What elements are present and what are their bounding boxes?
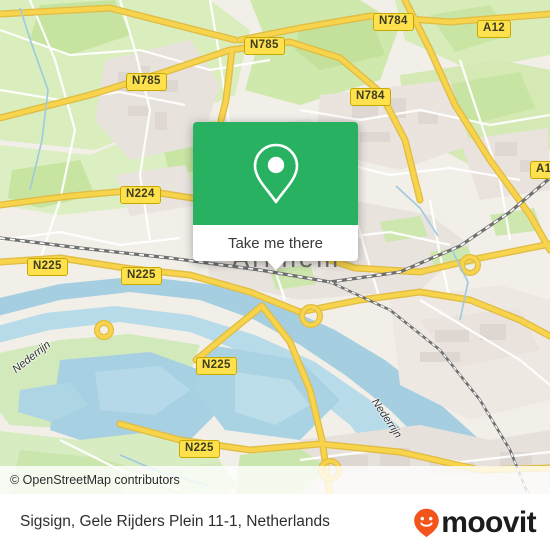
road-shield-n225-south: N225 bbox=[196, 357, 237, 375]
popup-pointer-tail bbox=[266, 261, 285, 270]
map-canvas[interactable]: Arnhem N785 N785 N784 N784 A12 A12 N224 … bbox=[0, 0, 550, 494]
moovit-logo[interactable]: moovit bbox=[413, 506, 537, 539]
popup-header bbox=[193, 122, 358, 225]
map-pin-icon bbox=[193, 122, 358, 225]
road-shield-a12-north: A12 bbox=[477, 20, 511, 38]
take-me-there-button[interactable]: Take me there bbox=[193, 225, 358, 270]
road-shield-n785-west: N785 bbox=[126, 73, 167, 91]
road-shield-n224: N224 bbox=[120, 186, 161, 204]
road-shield-n785-north: N785 bbox=[244, 37, 285, 55]
moovit-pin-smiley-icon bbox=[414, 508, 440, 538]
road-shield-n225-southwest: N225 bbox=[179, 440, 220, 458]
road-shield-n225-west: N225 bbox=[27, 258, 68, 276]
road-shield-n225-midwest: N225 bbox=[121, 267, 162, 285]
footer-bar: Sigsign, Gele Rijders Plein 11-1, Nether… bbox=[0, 494, 550, 550]
attribution-text[interactable]: © OpenStreetMap contributors bbox=[0, 473, 180, 487]
take-me-there-label: Take me there bbox=[227, 234, 324, 252]
road-shield-a12-east: A12 bbox=[530, 161, 550, 179]
road-shield-n784-north: N784 bbox=[373, 13, 414, 31]
moovit-wordmark: moovit bbox=[441, 506, 536, 539]
location-title: Sigsign, Gele Rijders Plein 11-1, Nether… bbox=[20, 513, 330, 530]
road-shield-n784-mid: N784 bbox=[350, 88, 391, 106]
map-attribution-bar: © OpenStreetMap contributors bbox=[0, 466, 550, 494]
moovit-map-screenshot: Arnhem N785 N785 N784 N784 A12 A12 N224 … bbox=[0, 0, 550, 550]
location-popup-card[interactable]: Take me there bbox=[193, 122, 358, 270]
